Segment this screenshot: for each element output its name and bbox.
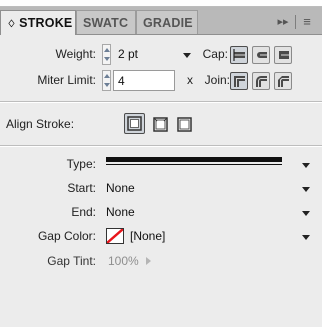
align-outside-icon xyxy=(177,117,192,132)
stepper-up-icon[interactable] xyxy=(104,48,110,52)
butt-cap-icon xyxy=(233,49,245,61)
tab-swatches[interactable]: SWATC xyxy=(76,10,136,34)
divider-highlight xyxy=(0,102,322,103)
gap-color-label: Gap Color: xyxy=(37,229,96,243)
tab-divider xyxy=(295,15,296,29)
align-outside-button[interactable] xyxy=(174,114,193,133)
type-dropdown-arrow-icon[interactable] xyxy=(302,163,310,168)
weight-row: Weight: 2 pt Cap: xyxy=(0,43,322,67)
tab-gradient-label: GRADIE xyxy=(143,16,193,30)
collapse-arrows-icon[interactable]: ♢ xyxy=(7,19,16,30)
weight-label: Weight: xyxy=(55,47,96,61)
weight-dropdown-arrow-icon[interactable] xyxy=(183,53,191,58)
panel-tab-bar: ♢ STROKE SWATC GRADIE ▸▸ ≡ xyxy=(0,7,322,35)
tab-stroke-label: STROKE xyxy=(19,16,73,30)
round-cap-button[interactable] xyxy=(252,46,270,64)
none-slash-icon xyxy=(107,229,123,243)
start-value: None xyxy=(106,181,135,195)
align-stroke-row: Align Stroke: xyxy=(0,111,322,137)
end-label: End: xyxy=(71,205,96,219)
end-row: End: None xyxy=(0,201,322,225)
start-label: Start: xyxy=(67,181,96,195)
weight-value: 2 pt xyxy=(118,47,139,61)
start-dropdown[interactable]: None xyxy=(102,178,302,199)
miter-suffix: x xyxy=(187,73,193,87)
gap-tint-value: 100% xyxy=(108,254,139,268)
cap-label: Cap: xyxy=(202,47,228,61)
miter-stepper[interactable] xyxy=(102,70,111,91)
tab-overflow-icon[interactable]: ▸▸ xyxy=(272,10,294,34)
end-dropdown-arrow-icon[interactable] xyxy=(302,211,310,216)
miter-join-icon xyxy=(234,76,245,87)
tab-gradient[interactable]: GRADIE xyxy=(136,10,198,34)
gap-color-row: Gap Color: [None] xyxy=(0,225,322,249)
align-inside-button[interactable] xyxy=(150,114,169,133)
join-label: Join: xyxy=(204,73,230,87)
tab-swatches-label: SWATC xyxy=(83,16,129,30)
align-stroke-label: Align Stroke: xyxy=(6,117,75,131)
divider-highlight xyxy=(0,146,322,147)
stepper-down-icon[interactable] xyxy=(104,57,110,61)
gap-color-value: [None] xyxy=(130,229,166,243)
start-dropdown-arrow-icon[interactable] xyxy=(302,187,310,192)
round-join-icon xyxy=(256,76,267,87)
solid-line-swatch-bottom xyxy=(106,164,282,165)
bevel-join-icon xyxy=(278,76,289,87)
none-swatch-icon xyxy=(106,228,124,244)
panel-menu-icon[interactable]: ≡ xyxy=(297,10,317,34)
stroke-panel: ♢ STROKE SWATC GRADIE ▸▸ ≡ Weight: 2 pt C… xyxy=(0,6,322,327)
gap-tint-slider-arrow-icon[interactable] xyxy=(146,257,151,265)
start-row: Start: None xyxy=(0,177,322,201)
projecting-cap-button[interactable] xyxy=(274,46,292,64)
butt-cap-button[interactable] xyxy=(230,46,248,64)
end-value: None xyxy=(106,205,135,219)
stepper-up-icon[interactable] xyxy=(104,74,110,78)
weight-stepper[interactable] xyxy=(102,44,111,65)
round-join-button[interactable] xyxy=(252,72,270,90)
gap-color-dropdown-arrow-icon[interactable] xyxy=(302,235,310,240)
stepper-down-icon[interactable] xyxy=(104,83,110,87)
bevel-join-button[interactable] xyxy=(274,72,292,90)
gap-tint-row: Gap Tint: 100% xyxy=(0,250,322,274)
miter-limit-value: 4 xyxy=(118,74,125,88)
gap-color-dropdown[interactable]: [None] xyxy=(126,226,302,247)
solid-line-swatch xyxy=(106,157,282,162)
end-dropdown[interactable]: None xyxy=(102,202,302,223)
round-cap-icon xyxy=(257,52,267,58)
miter-limit-label: Miter Limit: xyxy=(37,73,96,87)
align-inside-icon xyxy=(153,117,168,132)
tab-stroke[interactable]: ♢ STROKE xyxy=(0,10,76,35)
miter-join-button[interactable] xyxy=(230,72,248,90)
miter-row: Miter Limit: 4 x Join: xyxy=(0,69,322,93)
align-center-button[interactable] xyxy=(124,113,145,134)
type-dropdown[interactable] xyxy=(102,154,302,175)
align-center-icon xyxy=(127,116,142,131)
gap-tint-label: Gap Tint: xyxy=(47,254,96,268)
projecting-cap-icon xyxy=(279,51,289,59)
type-row: Type: xyxy=(0,153,322,177)
miter-limit-input[interactable]: 4 xyxy=(113,70,175,91)
type-label: Type: xyxy=(66,157,96,171)
